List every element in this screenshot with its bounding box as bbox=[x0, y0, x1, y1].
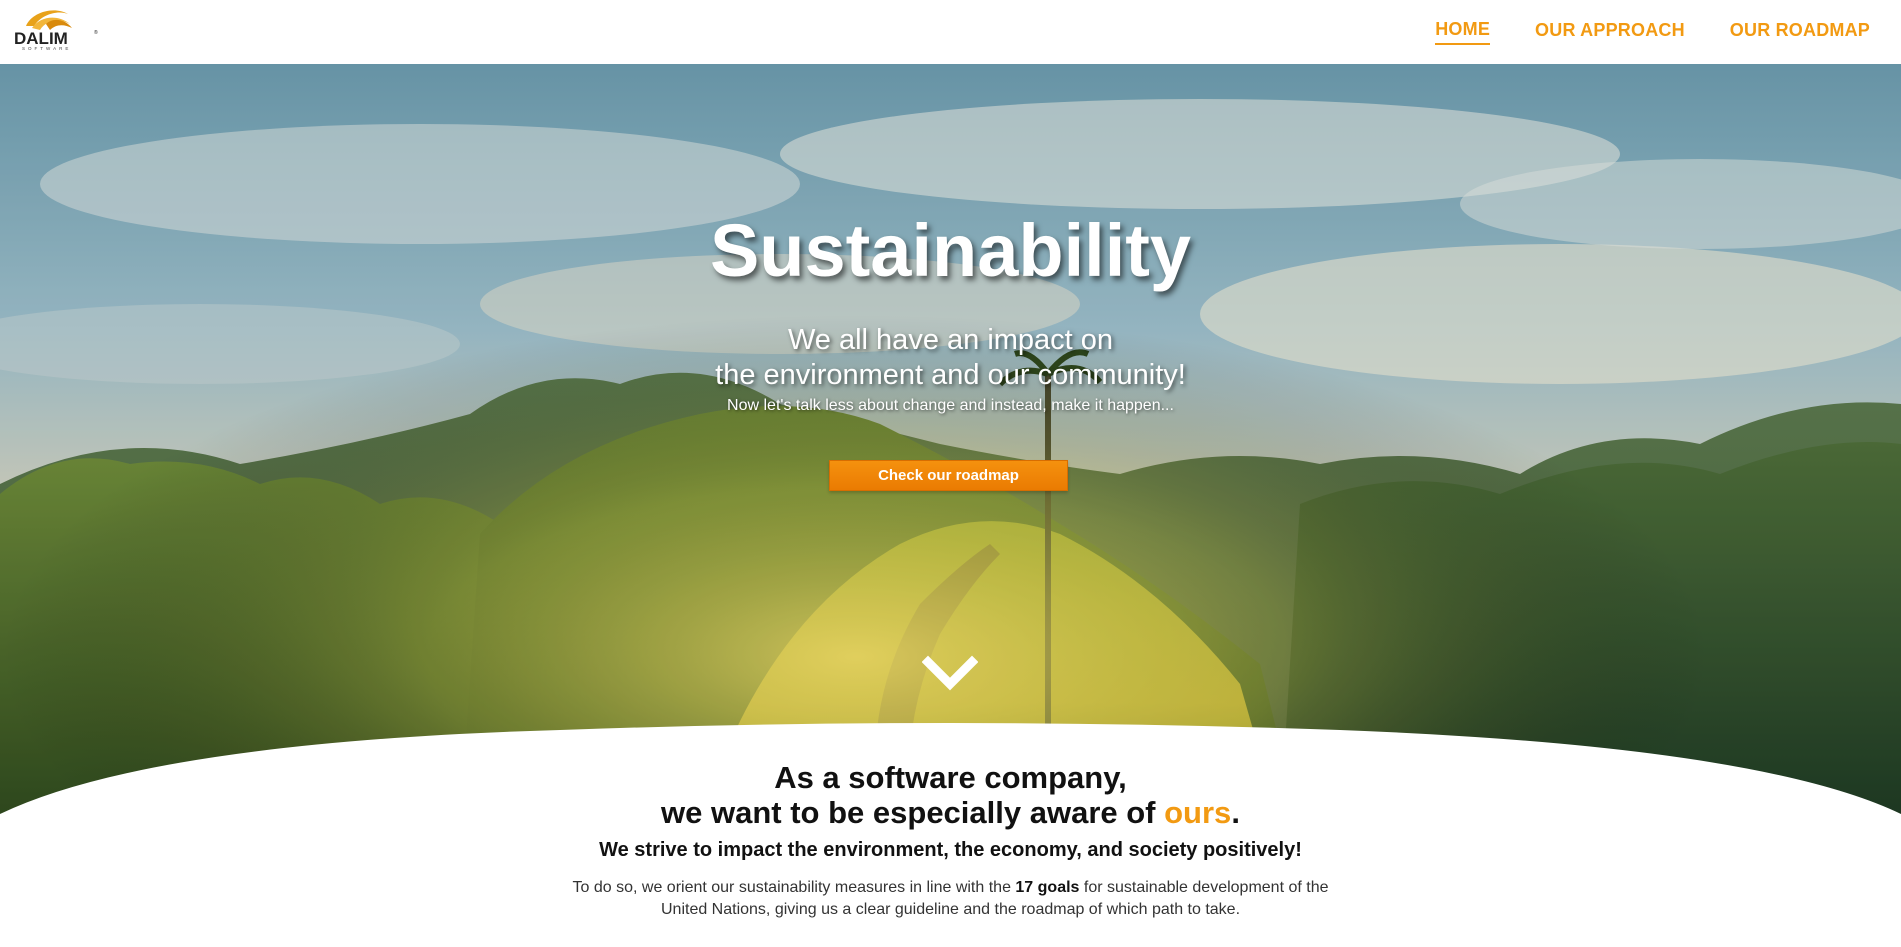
nav-our-approach[interactable]: OUR APPROACH bbox=[1535, 20, 1685, 44]
intro-heading-accent: ours bbox=[1164, 795, 1232, 830]
intro-section: As a software company, we want to be esp… bbox=[0, 760, 1901, 921]
hero-section: Sustainability We all have an impact on … bbox=[0, 64, 1901, 824]
intro-heading-line-1: As a software company, bbox=[774, 760, 1127, 795]
hero-tagline: Now let's talk less about change and ins… bbox=[727, 397, 1174, 414]
check-roadmap-button[interactable]: Check our roadmap bbox=[829, 460, 1068, 491]
intro-heading-line-2: we want to be especially aware of ours. bbox=[0, 795, 1901, 830]
intro-body-prefix: To do so, we orient our sustainability m… bbox=[572, 879, 1016, 896]
nav-our-roadmap[interactable]: OUR ROADMAP bbox=[1730, 20, 1870, 44]
main-nav: HOME OUR APPROACH OUR ROADMAP bbox=[1435, 0, 1870, 64]
intro-body: To do so, we orient our sustainability m… bbox=[561, 877, 1341, 921]
chevron-down-icon[interactable] bbox=[921, 654, 979, 694]
hero-subtitle: We all have an impact on the environment… bbox=[0, 323, 1901, 393]
hero-subtitle-line-2: the environment and our community! bbox=[715, 359, 1186, 391]
intro-heading-suffix: . bbox=[1231, 795, 1240, 830]
dalim-software-logo[interactable]: DALIM ® SOFTWARE bbox=[12, 4, 100, 52]
nav-home[interactable]: HOME bbox=[1435, 19, 1491, 45]
svg-text:SOFTWARE: SOFTWARE bbox=[22, 46, 71, 51]
hero-landscape-image bbox=[0, 64, 1901, 824]
intro-heading-prefix: we want to be especially aware of bbox=[661, 795, 1165, 830]
intro-body-goals: 17 goals bbox=[1015, 879, 1080, 896]
intro-heading: As a software company, we want to be esp… bbox=[0, 760, 1901, 830]
svg-text:®: ® bbox=[94, 29, 98, 36]
intro-subheading: We strive to impact the environment, the… bbox=[599, 839, 1302, 861]
hero-title: Sustainability bbox=[709, 209, 1192, 292]
hero-subtitle-line-1: We all have an impact on bbox=[787, 324, 1114, 356]
site-header: DALIM ® SOFTWARE HOME OUR APPROACH OUR R… bbox=[0, 0, 1901, 64]
